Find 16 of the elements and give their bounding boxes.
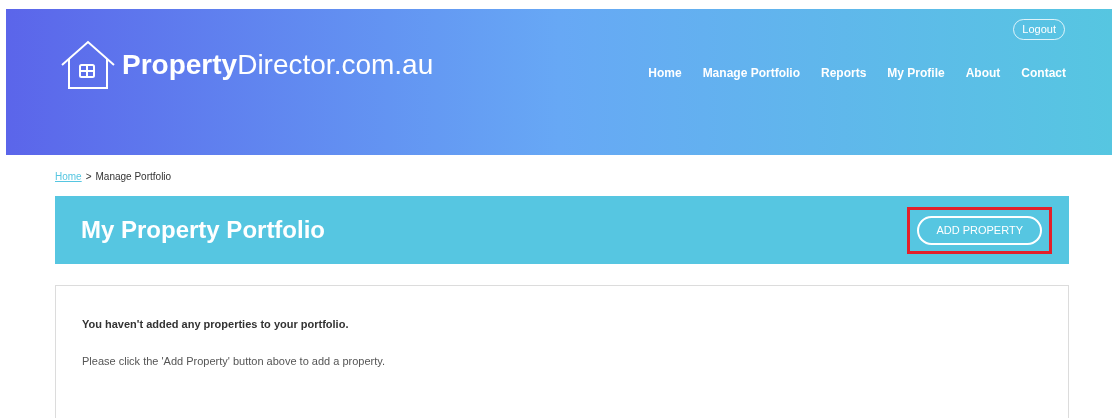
empty-message: Please click the 'Add Property' button above to add a property. xyxy=(82,353,386,369)
nav-link[interactable]: About xyxy=(965,63,1001,82)
page-title: My Property Portfolio xyxy=(81,215,326,245)
add-property-button[interactable]: ADD PROPERTY xyxy=(917,215,1042,245)
empty-heading: You haven't added any properties to your portfolio. xyxy=(82,317,350,332)
logo-text: Director.com.au xyxy=(237,49,434,80)
breadcrumb-link[interactable]: Home xyxy=(55,169,82,184)
nav-link[interactable]: Reports xyxy=(820,63,867,82)
breadcrumb-current: Manage Portfolio xyxy=(95,170,172,184)
house-icon xyxy=(60,40,116,90)
breadcrumb-separator: > xyxy=(85,170,92,184)
nav-link[interactable]: Contact xyxy=(1021,63,1066,82)
logo-strong-text: Property xyxy=(122,49,238,80)
nav-link[interactable]: Home xyxy=(648,63,682,82)
nav-link[interactable]: My Profile xyxy=(887,63,945,82)
nav-link[interactable]: Manage Portfolio xyxy=(702,63,800,82)
